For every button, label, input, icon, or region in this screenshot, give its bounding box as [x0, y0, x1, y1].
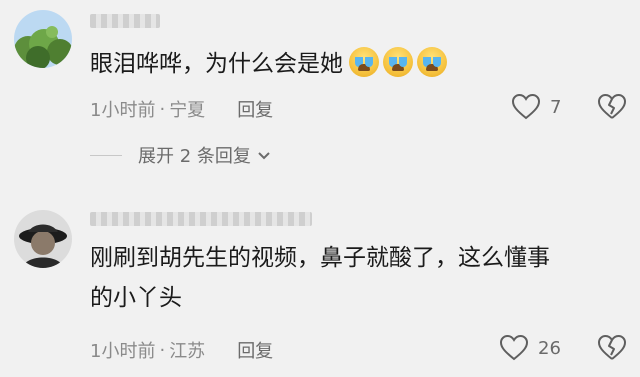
meta-separator: ·	[159, 98, 166, 120]
meta-separator: ·	[159, 339, 166, 361]
dislike-button[interactable]	[598, 335, 626, 365]
comment-text-content: 眼泪哗哗，为什么会是她	[90, 51, 343, 77]
like-count: 26	[538, 337, 561, 359]
broken-heart-icon	[598, 335, 626, 365]
heart-icon	[512, 94, 540, 120]
comment-text-line1: 刚刷到胡先生的视频，鼻子就酸了，这么懂事	[90, 245, 550, 271]
expand-replies-button[interactable]: 展开 2 条回复	[90, 142, 271, 168]
dislike-button[interactable]	[598, 94, 626, 124]
avatar[interactable]	[14, 210, 72, 268]
comment-time: 1小时前	[90, 100, 156, 121]
comment-time: 1小时前	[90, 341, 156, 362]
heart-icon	[500, 335, 528, 361]
loudly-crying-face-icon	[417, 47, 447, 77]
username-masked[interactable]	[90, 14, 160, 28]
reply-button[interactable]: 回复	[237, 337, 273, 363]
comment-meta: 1小时前 · 江苏 回复	[90, 337, 273, 363]
avatar[interactable]	[14, 10, 72, 68]
loudly-crying-face-icon	[383, 47, 413, 77]
loudly-crying-face-icon	[349, 47, 379, 77]
like-button[interactable]: 7	[512, 94, 561, 120]
like-button[interactable]: 26	[500, 335, 561, 361]
comment-text: 眼泪哗哗，为什么会是她	[90, 46, 447, 82]
comment-text-line2: 的小丫头	[90, 285, 182, 311]
comment-text: 刚刷到胡先生的视频，鼻子就酸了，这么懂事 的小丫头	[90, 240, 550, 316]
like-count: 7	[550, 96, 562, 118]
comment-meta: 1小时前 · 宁夏 回复	[90, 96, 273, 122]
comment-location: 江苏	[169, 341, 206, 362]
expand-replies-label: 展开 2 条回复	[138, 146, 251, 167]
divider-line	[90, 154, 122, 156]
chevron-down-icon	[257, 145, 271, 166]
broken-heart-icon	[598, 94, 626, 124]
reply-button[interactable]: 回复	[237, 96, 273, 122]
emoji-group	[349, 47, 447, 77]
comment-location: 宁夏	[169, 100, 206, 121]
username-masked[interactable]	[90, 212, 312, 226]
